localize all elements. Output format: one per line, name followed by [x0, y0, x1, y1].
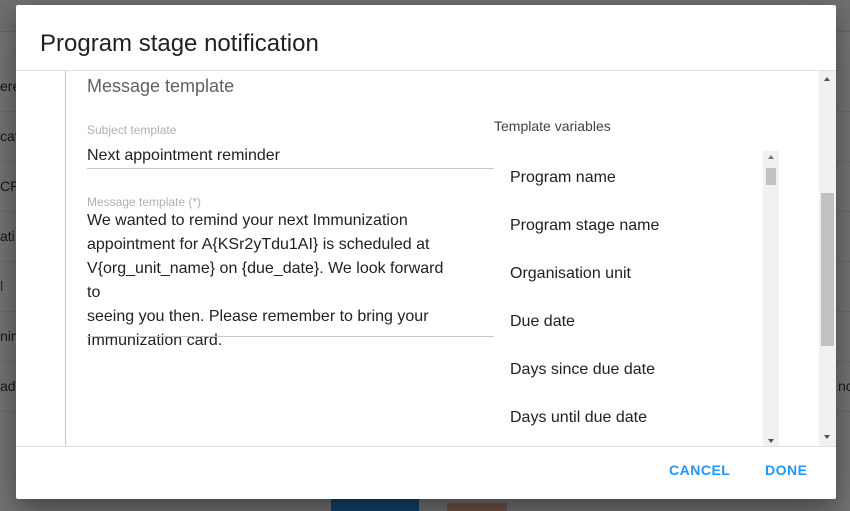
scroll-down-arrow-icon[interactable] [824, 435, 830, 439]
template-variable-item[interactable]: Days since due date [510, 361, 655, 379]
scroll-down-arrow-icon[interactable] [768, 439, 774, 443]
template-variable-item[interactable]: Due date [510, 313, 575, 331]
notification-dialog: Program stage notification Message templ… [16, 5, 836, 499]
message-template-label: Message template (*) [87, 195, 202, 209]
dialog-title: Program stage notification [40, 30, 319, 57]
dialog-actions: CANCEL DONE [16, 448, 836, 499]
done-button[interactable]: DONE [765, 462, 807, 482]
template-variables-title: Template variables [494, 118, 611, 134]
scroll-up-arrow-icon[interactable] [824, 77, 830, 81]
subject-template-input[interactable]: Next appointment reminder [87, 147, 280, 165]
template-variable-item[interactable]: Program stage name [510, 217, 659, 235]
message-line: Immunization card. [87, 332, 223, 349]
dialog-content: Message template Subject template Next a… [16, 70, 836, 447]
dialog-scrollbar[interactable] [819, 71, 836, 446]
template-variables-scrollbar[interactable] [763, 151, 779, 446]
cancel-button[interactable]: CANCEL [669, 462, 730, 482]
scrollbar-thumb[interactable] [766, 168, 776, 185]
template-variable-item[interactable]: Organisation unit [510, 265, 631, 283]
message-line: V{org_unit_name} on {due_date}. We look … [87, 260, 444, 301]
template-variables-list: Program name Program stage name Organisa… [494, 148, 764, 446]
message-template-underline [87, 336, 494, 337]
subject-template-label: Subject template [87, 123, 177, 137]
message-template-input[interactable]: We wanted to remind your next Immunizati… [87, 209, 457, 353]
message-line: seeing you then. Please remember to brin… [87, 308, 429, 325]
message-line: We wanted to remind your next Immunizati… [87, 212, 408, 229]
subject-template-underline [87, 168, 494, 169]
scrollbar-thumb[interactable] [821, 193, 834, 346]
template-variable-item[interactable]: Days until due date [510, 409, 647, 427]
stepper-connector-line [65, 71, 66, 446]
message-line: appointment for A{KSr2yTdu1AI} is schedu… [87, 236, 430, 253]
scroll-up-arrow-icon[interactable] [768, 155, 774, 159]
template-variable-item[interactable]: Program name [510, 169, 616, 187]
section-title: Message template [87, 76, 235, 96]
